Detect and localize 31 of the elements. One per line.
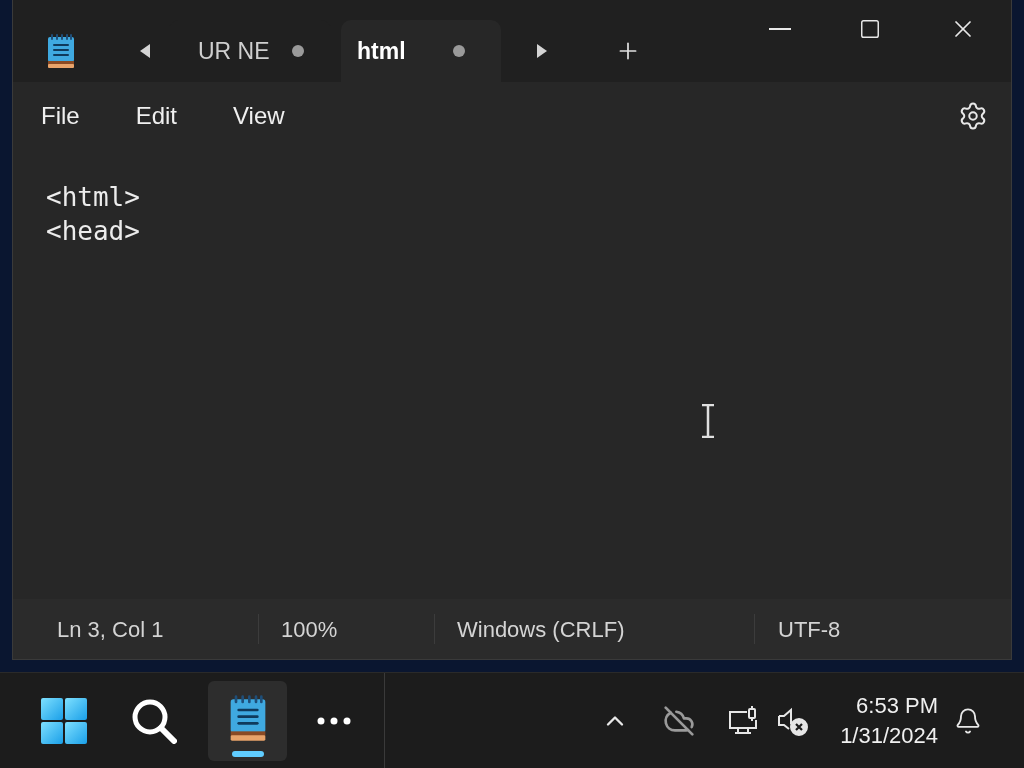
status-text: Windows (CRLF) (457, 615, 625, 644)
clock-date: 1/31/2024 (840, 721, 938, 750)
status-text: 100% (281, 615, 338, 644)
ellipsis-icon (317, 716, 351, 725)
wired-network-icon (727, 704, 760, 737)
document-tab[interactable]: html (341, 20, 501, 82)
start-button[interactable] (41, 697, 87, 744)
code-line: <html> (46, 181, 140, 214)
running-indicator-icon (232, 750, 264, 757)
search-button[interactable] (131, 697, 177, 744)
tab-title: html (357, 36, 407, 66)
settings-icon (958, 101, 988, 131)
code-line: <head> (46, 215, 140, 248)
tab-title: UR NE (198, 36, 271, 66)
cloud-off-icon (663, 704, 696, 737)
right-triangle-icon (536, 43, 548, 59)
maximize-icon (859, 18, 881, 40)
minimize-icon (769, 28, 791, 30)
menu-item[interactable]: File (27, 94, 94, 138)
taskbar-app-button[interactable] (208, 680, 287, 761)
status-text: UTF-8 (778, 615, 841, 644)
text-editor[interactable]: <html> <head> (13, 150, 1011, 599)
notepad-icon (228, 693, 267, 742)
status-text: Ln 3, Col 1 (57, 615, 164, 644)
bell-icon (954, 706, 982, 735)
text-cursor-icon (700, 404, 716, 438)
clock-time: 6:53 PM (856, 691, 938, 720)
left-triangle-icon (139, 43, 151, 59)
menu-item[interactable]: View (219, 94, 299, 138)
menu-item[interactable]: Edit (121, 94, 192, 138)
notepad-icon (47, 33, 75, 69)
